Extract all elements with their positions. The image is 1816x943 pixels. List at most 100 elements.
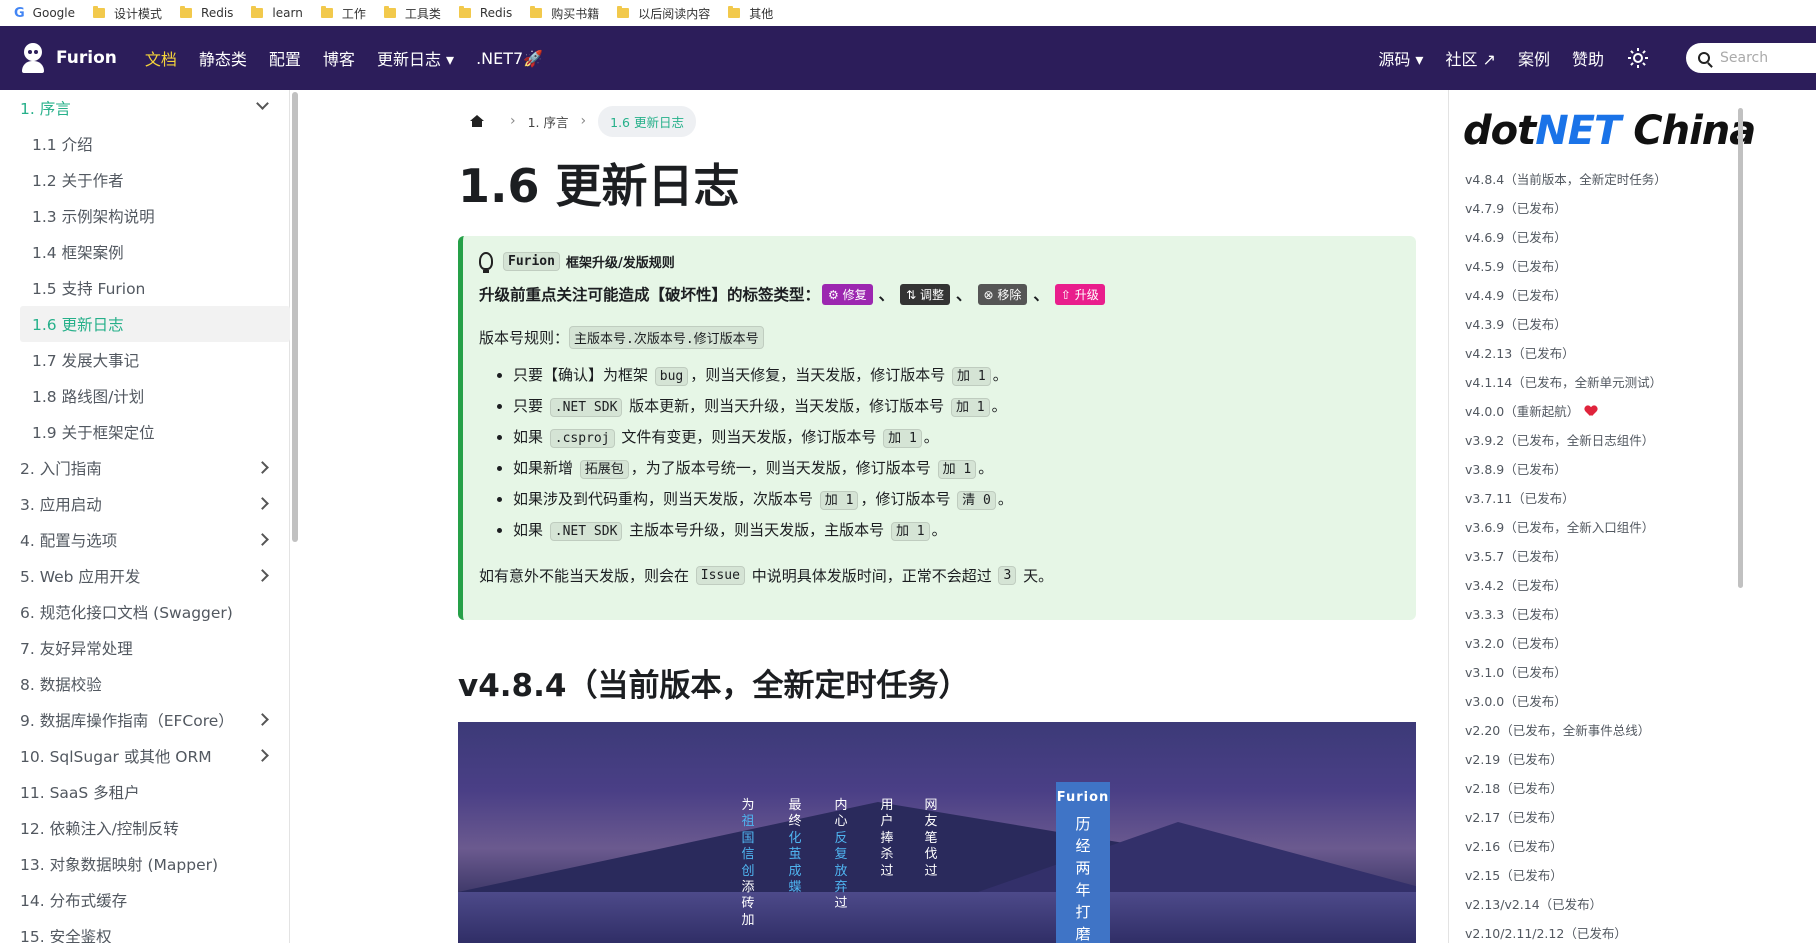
toc-item[interactable]: v3.9.2（已发布，全新日志组件）	[1465, 425, 1667, 454]
top-navbar: Furion 文档 静态类 配置 博客 更新日志 ▾ .NET7🚀 源码 ▾ 社区 ↗ 案例赞…	[0, 26, 1816, 90]
dotnet-china-logo[interactable]: dotNET China	[1463, 108, 1756, 154]
list-item: 如果 .csproj 文件有变更，则当天发版，修订版本号 加 1。	[513, 426, 1400, 457]
list-item: 只要【确认】为框架 bug，则当天修复，当天发版，修订版本号 加 1。	[513, 364, 1400, 395]
sidebar-item[interactable]: 1.1 介绍	[0, 126, 289, 162]
breadcrumb-item[interactable]: 1. 序言	[528, 112, 569, 131]
bookmark-item[interactable]: 设计模式	[93, 5, 162, 22]
sidebar-item[interactable]: 1.7 发展大事记	[0, 342, 289, 378]
toc-item[interactable]: v4.2.13（已发布）	[1465, 338, 1667, 367]
nav-item[interactable]: 静态类	[199, 46, 247, 70]
toc-item[interactable]: v2.15（已发布）	[1465, 860, 1667, 889]
chevron-right-icon[interactable]	[256, 749, 269, 762]
nav-item[interactable]: 博客	[323, 46, 355, 70]
toc-item[interactable]: v3.8.9（已发布）	[1465, 454, 1667, 483]
toc-item[interactable]: v4.7.9（已发布）	[1465, 193, 1667, 222]
sidebar-item[interactable]: 12. 依赖注入/控制反转	[0, 810, 289, 846]
toc-item[interactable]: v2.18（已发布）	[1465, 773, 1667, 802]
list-item: 只要 .NET SDK 版本更新，则当天升级，当天发版，修订版本号 加 1。	[513, 395, 1400, 426]
nav-right-item[interactable]: 案例	[1518, 46, 1550, 70]
toc-item[interactable]: v2.17（已发布）	[1465, 802, 1667, 831]
sidebar-item[interactable]: 5. Web 应用开发	[0, 558, 289, 594]
sidebar-item[interactable]: 13. 对象数据映射 (Mapper)	[0, 846, 289, 882]
chevron-right-icon[interactable]	[256, 713, 269, 726]
sidebar-item[interactable]: 4. 配置与选项	[0, 522, 289, 558]
bookmark-item[interactable]: learn	[251, 6, 303, 20]
sidebar-item[interactable]: 1.5 支持 Furion	[0, 270, 289, 306]
sidebar-item[interactable]: 7. 友好异常处理	[0, 630, 289, 666]
chevron-down-icon[interactable]	[256, 97, 269, 110]
sidebar-item[interactable]: 1.9 关于框架定位	[0, 414, 289, 450]
home-icon[interactable]	[470, 115, 484, 127]
sidebar-item[interactable]: 2. 入门指南	[0, 450, 289, 486]
sidebar-item[interactable]: 1.6 更新日志	[20, 306, 290, 342]
rule-list: 只要【确认】为框架 bug，则当天修复，当天发版，修订版本号 加 1。只要 .N…	[479, 364, 1400, 550]
sidebar-item[interactable]: 10. SqlSugar 或其他 ORM	[0, 738, 289, 774]
bookmark-item[interactable]: G Google	[14, 6, 75, 21]
sidebar-item[interactable]: 1.4 框架案例	[0, 234, 289, 270]
banner-vertical-text: 用户捧杀过	[878, 798, 896, 880]
nav-item[interactable]: 文档	[145, 46, 177, 70]
list-item: 如果新增 拓展包，为了版本号统一，则当天发版，修订版本号 加 1。	[513, 457, 1400, 488]
furion-logo-icon[interactable]	[20, 41, 46, 75]
chevron-right-icon[interactable]	[256, 497, 269, 510]
toc-item[interactable]: v2.10/2.11/2.12（已发布）	[1465, 918, 1667, 943]
bookmark-item[interactable]: 其他	[728, 5, 773, 22]
toc-item[interactable]: v2.19（已发布）	[1465, 744, 1667, 773]
toc-item[interactable]: v3.6.9（已发布，全新入口组件）	[1465, 512, 1667, 541]
chevron-right-icon[interactable]	[256, 533, 269, 546]
toc-item[interactable]: v4.6.9（已发布）	[1465, 222, 1667, 251]
toc-item[interactable]: v3.3.3（已发布）	[1465, 599, 1667, 628]
sidebar-item[interactable]: 1.3 示例架构说明	[0, 198, 289, 234]
sidebar-item[interactable]: 1.8 路线图/计划	[0, 378, 289, 414]
sidebar-item[interactable]: 11. SaaS 多租户	[0, 774, 289, 810]
inline-code: .NET SDK	[549, 522, 623, 541]
toc-item[interactable]: v2.16（已发布）	[1465, 831, 1667, 860]
toc-item[interactable]: v4.8.4（当前版本，全新定时任务）	[1465, 164, 1667, 193]
tip-footer-text: 如有意外不能当天发版，则会在 Issue 中说明具体发版时间，正常不会超过 3 …	[479, 562, 1400, 588]
inline-code: 加 1	[890, 522, 930, 541]
sidebar-item[interactable]: 6. 规范化接口文档 (Swagger)	[0, 594, 289, 630]
chevron-right-icon[interactable]	[256, 569, 269, 582]
sidebar-item[interactable]: 9. 数据库操作指南（EFCore）	[0, 702, 289, 738]
banner-text-run: 用户捧杀过	[880, 798, 894, 879]
bookmark-item[interactable]: 工具类	[383, 5, 441, 22]
sidebar-scrollbar[interactable]	[292, 92, 298, 542]
sidebar-item-label: 1. 序言	[20, 100, 71, 118]
bookmark-item[interactable]: 购买书籍	[530, 5, 599, 22]
toc-item[interactable]: v3.5.7（已发布）	[1465, 541, 1667, 570]
toc-item[interactable]: v4.3.9（已发布）	[1465, 309, 1667, 338]
theme-toggle-icon[interactable]	[1628, 48, 1648, 68]
bookmark-item[interactable]: Redis	[180, 6, 233, 20]
bookmark-item[interactable]: 以后阅读内容	[617, 5, 710, 22]
bookmark-item[interactable]: Redis	[458, 6, 512, 20]
sidebar-item[interactable]: 15. 安全鉴权	[0, 918, 289, 943]
sidebar-item[interactable]: 1.2 关于作者	[0, 162, 289, 198]
toc-item[interactable]: v4.5.9（已发布）	[1465, 251, 1667, 280]
sidebar-item[interactable]: 1. 序言	[0, 90, 289, 126]
sidebar-item[interactable]: 8. 数据校验	[0, 666, 289, 702]
sidebar-item[interactable]: 14. 分布式缓存	[0, 882, 289, 918]
toc-item[interactable]: v3.1.0（已发布）	[1465, 657, 1667, 686]
toc-item[interactable]: v2.20（已发布，全新事件总线）	[1465, 715, 1667, 744]
nav-item[interactable]: 更新日志 ▾	[377, 46, 454, 70]
nav-item[interactable]: .NET7🚀	[476, 49, 543, 68]
search-input[interactable]: Search	[1686, 43, 1816, 73]
nav-right-item[interactable]: 源码 ▾	[1378, 46, 1423, 70]
toc-item[interactable]: v4.4.9（已发布）	[1465, 280, 1667, 309]
toc-item[interactable]: v3.4.2（已发布）	[1465, 570, 1667, 599]
bookmark-item[interactable]: 工作	[320, 5, 366, 22]
toc-item[interactable]: v4.1.14（已发布，全新单元测试）	[1465, 367, 1667, 396]
toc-item[interactable]: v4.0.0（重新起航）	[1465, 396, 1667, 425]
nav-right-item[interactable]: 社区 ↗	[1445, 46, 1496, 70]
toc-item[interactable]: v2.13/v2.14（已发布）	[1465, 889, 1667, 918]
toc-item[interactable]: v3.2.0（已发布）	[1465, 628, 1667, 657]
nav-item[interactable]: 配置	[269, 46, 301, 70]
bookmark-label: 设计模式	[114, 6, 163, 21]
toc-item[interactable]: v3.7.11（已发布）	[1465, 483, 1667, 512]
toc-scrollbar[interactable]	[1738, 108, 1743, 588]
toc-item[interactable]: v3.0.0（已发布）	[1465, 686, 1667, 715]
brand-title[interactable]: Furion	[56, 48, 117, 68]
nav-right-item[interactable]: 赞助	[1572, 46, 1604, 70]
sidebar-item[interactable]: 3. 应用启动	[0, 486, 289, 522]
chevron-right-icon[interactable]	[256, 461, 269, 474]
